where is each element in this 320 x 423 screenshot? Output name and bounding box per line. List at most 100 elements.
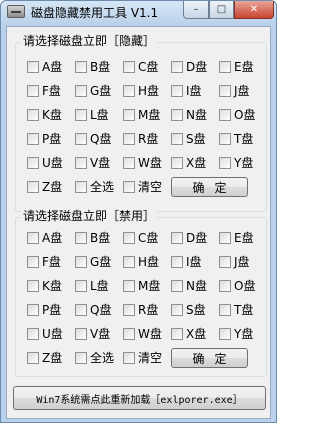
checkbox-box[interactable]	[171, 157, 183, 169]
hide-drive-checkbox[interactable]: U盘	[27, 156, 63, 170]
hide-drive-checkbox[interactable]: Q盘	[75, 132, 111, 146]
checkbox-box[interactable]	[75, 232, 87, 244]
hide-drive-checkbox[interactable]: K盘	[27, 108, 62, 122]
checkbox-box[interactable]	[219, 280, 231, 292]
checkbox-box[interactable]	[75, 109, 87, 121]
close-button[interactable]: ✕	[234, 1, 274, 19]
disable-drive-checkbox[interactable]: P盘	[27, 303, 61, 317]
checkbox-box[interactable]	[123, 256, 135, 268]
checkbox-box[interactable]	[75, 280, 87, 292]
disable-drive-checkbox[interactable]: E盘	[219, 231, 254, 245]
hide-drive-checkbox[interactable]: V盘	[75, 156, 110, 170]
checkbox-box[interactable]	[27, 256, 39, 268]
checkbox-box[interactable]	[219, 109, 231, 121]
checkbox-box[interactable]	[27, 232, 39, 244]
checkbox-box[interactable]	[219, 157, 231, 169]
checkbox-box[interactable]	[171, 328, 183, 340]
hide-drive-checkbox[interactable]: J盘	[219, 84, 250, 98]
checkbox-box[interactable]	[123, 328, 135, 340]
disable-drive-checkbox[interactable]: Y盘	[219, 327, 253, 341]
checkbox-box[interactable]	[75, 85, 87, 97]
checkbox-box[interactable]	[75, 304, 87, 316]
checkbox-box[interactable]	[219, 328, 231, 340]
hide-drive-checkbox[interactable]: E盘	[219, 60, 254, 74]
disable-drive-checkbox[interactable]: V盘	[75, 327, 110, 341]
checkbox-box[interactable]	[219, 304, 231, 316]
hide-drive-checkbox[interactable]: X盘	[171, 156, 206, 170]
hide-drive-checkbox[interactable]: D盘	[171, 60, 207, 74]
checkbox-box[interactable]	[75, 157, 87, 169]
checkbox-box[interactable]	[171, 256, 183, 268]
checkbox-box[interactable]	[123, 280, 135, 292]
disable-drive-checkbox[interactable]: K盘	[27, 279, 62, 293]
checkbox-box[interactable]	[171, 280, 183, 292]
disable-drive-checkbox[interactable]: R盘	[123, 303, 158, 317]
checkbox-box[interactable]	[171, 61, 183, 73]
maximize-button[interactable]: □	[209, 1, 234, 19]
checkbox-box[interactable]	[171, 109, 183, 121]
checkbox-box[interactable]	[123, 157, 135, 169]
checkbox-box[interactable]	[27, 328, 39, 340]
disable-drive-checkbox[interactable]: F盘	[27, 255, 61, 269]
checkbox-box[interactable]	[27, 61, 39, 73]
disable-drive-checkbox[interactable]: H盘	[123, 255, 159, 269]
checkbox-box[interactable]	[123, 304, 135, 316]
hide-drive-checkbox[interactable]: H盘	[123, 84, 159, 98]
disable-drive-checkbox[interactable]: L盘	[75, 279, 109, 293]
hide-drive-checkbox[interactable]: Y盘	[219, 156, 253, 170]
disable-drive-checkbox[interactable]: C盘	[123, 231, 158, 245]
checkbox-box[interactable]	[27, 157, 39, 169]
hide-drive-checkbox[interactable]: W盘	[123, 156, 162, 170]
disable-drive-checkbox[interactable]: X盘	[171, 327, 206, 341]
disable-drive-checkbox[interactable]: A盘	[27, 231, 62, 245]
checkbox-box[interactable]	[123, 352, 135, 364]
checkbox-box[interactable]	[27, 304, 39, 316]
checkbox-box[interactable]	[123, 181, 135, 193]
disable-drive-checkbox[interactable]: J盘	[219, 255, 250, 269]
hide-drive-checkbox[interactable]: S盘	[171, 132, 206, 146]
checkbox-box[interactable]	[75, 181, 87, 193]
checkbox-box[interactable]	[75, 328, 87, 340]
checkbox-box[interactable]	[27, 280, 39, 292]
checkbox-box[interactable]	[219, 232, 231, 244]
hide-drive-checkbox[interactable]: B盘	[75, 60, 110, 74]
disable-clear-checkbox[interactable]: 清空	[123, 351, 162, 365]
checkbox-box[interactable]	[219, 133, 231, 145]
hide-drive-checkbox[interactable]: R盘	[123, 132, 158, 146]
checkbox-box[interactable]	[75, 256, 87, 268]
checkbox-box[interactable]	[123, 109, 135, 121]
checkbox-box[interactable]	[75, 133, 87, 145]
hide-drive-checkbox[interactable]: P盘	[27, 132, 61, 146]
checkbox-box[interactable]	[75, 61, 87, 73]
checkbox-box[interactable]	[219, 61, 231, 73]
disable-drive-checkbox[interactable]: S盘	[171, 303, 206, 317]
disable-drive-checkbox[interactable]: T盘	[219, 303, 253, 317]
disable-drive-checkbox[interactable]: O盘	[219, 279, 255, 293]
disable-select-all-checkbox[interactable]: 全选	[75, 351, 114, 365]
disable-drive-checkbox[interactable]: I盘	[171, 255, 202, 269]
checkbox-box[interactable]	[123, 133, 135, 145]
hide-confirm-button[interactable]: 确定	[171, 177, 248, 197]
hide-drive-checkbox[interactable]: A盘	[27, 60, 62, 74]
disable-confirm-button[interactable]: 确定	[171, 348, 248, 368]
checkbox-box[interactable]	[27, 352, 39, 364]
disable-drive-checkbox[interactable]: U盘	[27, 327, 63, 341]
disable-drive-checkbox[interactable]: D盘	[171, 231, 207, 245]
checkbox-box[interactable]	[219, 256, 231, 268]
checkbox-box[interactable]	[27, 85, 39, 97]
disable-drive-checkbox[interactable]: W盘	[123, 327, 162, 341]
hide-drive-checkbox[interactable]: Z盘	[27, 180, 62, 194]
checkbox-box[interactable]	[171, 85, 183, 97]
disable-drive-checkbox[interactable]: B盘	[75, 231, 110, 245]
hide-drive-checkbox[interactable]: O盘	[219, 108, 255, 122]
hide-drive-checkbox[interactable]: N盘	[171, 108, 207, 122]
hide-drive-checkbox[interactable]: L盘	[75, 108, 109, 122]
checkbox-box[interactable]	[171, 133, 183, 145]
hide-drive-checkbox[interactable]: G盘	[75, 84, 111, 98]
checkbox-box[interactable]	[123, 61, 135, 73]
disable-drive-checkbox[interactable]: Z盘	[27, 351, 62, 365]
hide-select-all-checkbox[interactable]: 全选	[75, 180, 114, 194]
disable-drive-checkbox[interactable]: G盘	[75, 255, 111, 269]
disable-drive-checkbox[interactable]: Q盘	[75, 303, 111, 317]
hide-clear-checkbox[interactable]: 清空	[123, 180, 162, 194]
